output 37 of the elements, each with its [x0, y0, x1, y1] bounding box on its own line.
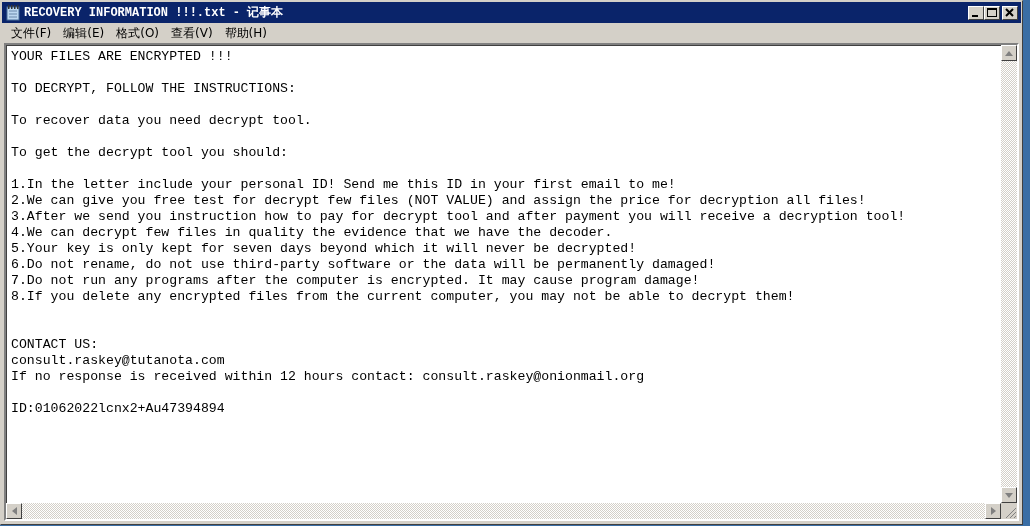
notepad-icon	[6, 4, 20, 21]
maximize-icon	[985, 6, 999, 19]
down-arrow-icon	[1005, 492, 1013, 498]
menu-item[interactable]: 编辑(E)	[57, 23, 111, 43]
menu-item[interactable]: 文件(F)	[5, 23, 58, 43]
text-line: 8.If you delete any encrypted files from the current computer, you may not be able to decrypt them!	[11, 289, 795, 304]
text-line: ID:01062022lcnx2+Au47394894	[11, 401, 225, 416]
text-line: CONTACT US:	[11, 337, 99, 352]
text-line: consult.raskey@tutanota.com	[11, 353, 225, 368]
text-line: To get the decrypt tool you should:	[11, 145, 288, 160]
scroll-down-button[interactable]	[1001, 487, 1017, 503]
close-button[interactable]	[1002, 5, 1018, 20]
left-arrow-icon	[11, 507, 17, 515]
menu-item[interactable]: 格式(O)	[110, 23, 166, 43]
text-line: If no response is received within 12 hours contact: consult.raskey@onionmail.org	[11, 369, 645, 384]
text-line: 5.Your key is only kept for seven days beyond which it will never be decrypted!	[11, 241, 637, 256]
text-line: TO DECRYPT, FOLLOW THE INSTRUCTIONS:	[11, 81, 296, 96]
text-line: 7.Do not run any programs after the computer is encrypted. It may cause program damage!	[11, 273, 700, 288]
window-title: RECOVERY INFORMATION !!!.txt - 记事本	[24, 5, 285, 21]
text-line: YOUR FILES ARE ENCRYPTED !!!	[11, 49, 233, 64]
minimize-icon	[972, 14, 978, 17]
menu-item[interactable]: 查看(V)	[165, 23, 219, 43]
up-arrow-icon	[1005, 50, 1013, 56]
text-line: 1.In the letter include your personal ID! Send me this ID in your first email to me!	[11, 177, 676, 192]
menu-item[interactable]: 帮助(H)	[218, 23, 273, 43]
text-line: 6.Do not rename, do not use third-party software or the data will be permanently damaged!	[11, 257, 716, 272]
close-icon	[1003, 6, 1017, 19]
minimize-button[interactable]	[968, 5, 984, 20]
right-arrow-icon	[990, 507, 996, 515]
text-line: 2.We can give you free test for decrypt few files (NOT VALUE) and assign the price for decryption all files!	[11, 193, 866, 208]
text-line: To recover data you need decrypt tool.	[11, 113, 312, 128]
maximize-button[interactable]	[984, 5, 1000, 20]
scroll-up-button[interactable]	[1001, 45, 1017, 61]
scroll-left-button[interactable]	[6, 503, 22, 519]
scroll-right-button[interactable]	[985, 503, 1001, 519]
text-line: 4.We can decrypt few files in quality the evidence that we have the decoder.	[11, 225, 613, 240]
text-line: 3.After we send you instruction how to pay for decrypt tool and after payment you will receive a decryption tool!	[11, 209, 906, 224]
